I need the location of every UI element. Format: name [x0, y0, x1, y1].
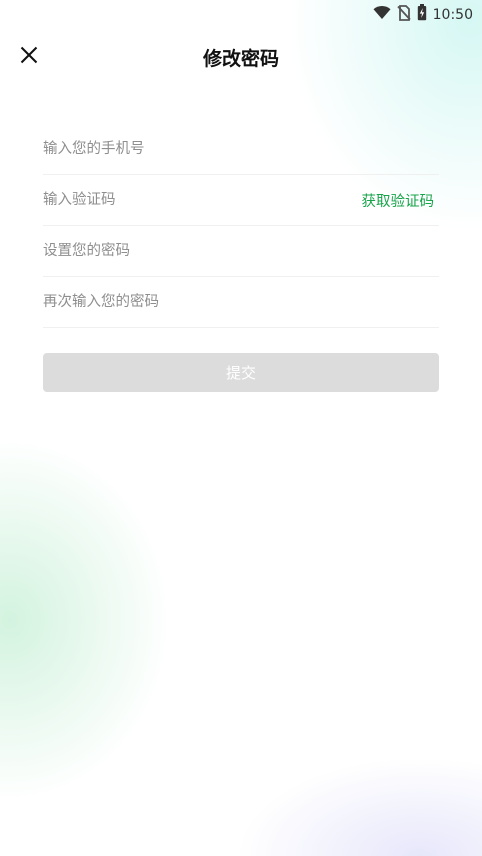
submit-button[interactable]: 提交: [43, 353, 439, 392]
confirm-password-field-row: [43, 277, 439, 328]
password-field-row: [43, 226, 439, 277]
code-field-row: 获取验证码: [43, 175, 439, 226]
get-code-button[interactable]: 获取验证码: [362, 190, 435, 211]
verification-code-input[interactable]: [43, 175, 333, 225]
phone-field-row: [43, 124, 439, 175]
wifi-icon: [373, 5, 391, 24]
battery-charging-icon: [417, 4, 427, 25]
status-time: 10:50: [432, 6, 473, 23]
status-icons: 10:50: [373, 4, 473, 25]
change-password-form: 获取验证码: [43, 124, 439, 328]
no-sim-icon: [396, 4, 411, 25]
status-bar: 10:50: [0, 0, 482, 28]
header: 修改密码: [0, 36, 482, 78]
confirm-password-input[interactable]: [43, 277, 439, 327]
page-title: 修改密码: [202, 48, 279, 70]
phone-input[interactable]: [43, 124, 439, 174]
new-password-input[interactable]: [43, 226, 439, 276]
